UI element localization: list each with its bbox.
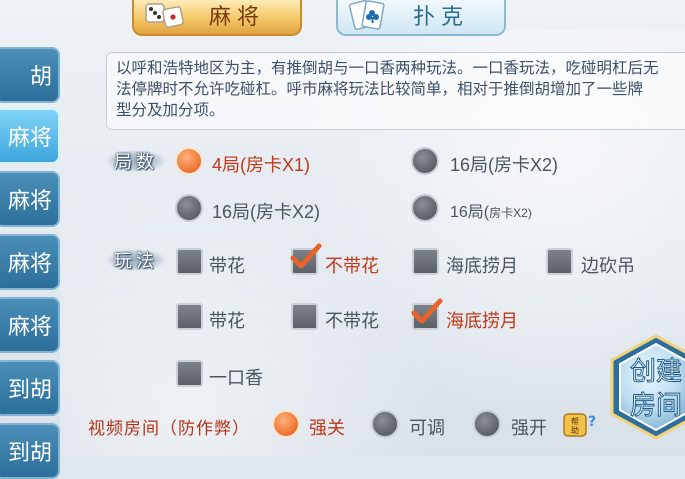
- sidebar-item-1[interactable]: 麻将: [0, 108, 60, 164]
- rounds-option-0-label: 4局(房卡X1): [212, 155, 311, 175]
- sidebar-item-4[interactable]: 麻将: [0, 297, 60, 353]
- description-line-3: 型分及加分项。: [116, 102, 225, 119]
- help-label-line2: 助: [571, 425, 579, 435]
- rounds-option-1-label: 16局(房卡X2): [450, 155, 559, 175]
- play-option-6-label: 海底捞月: [446, 311, 518, 331]
- tab-mahjong[interactable]: 麻将: [132, 0, 302, 36]
- help-icon[interactable]: 帮 助 ?: [562, 410, 598, 440]
- play-checkbox-3[interactable]: [546, 248, 573, 275]
- sidebar-item-label: 到胡: [7, 378, 52, 403]
- tab-poker[interactable]: 扑克: [336, 0, 506, 36]
- create-room-line1: 创建: [630, 357, 682, 387]
- svg-text:?: ?: [588, 414, 596, 430]
- description-line-1: 以呼和浩特地区为主，有推倒胡与一口香两种玩法。一口香玩法，吃碰明杠后无: [116, 60, 659, 77]
- rounds-label-text: 局数: [114, 152, 158, 173]
- sidebar-item-label: 麻将: [7, 315, 52, 340]
- create-room-button[interactable]: 创建 房间: [606, 332, 685, 442]
- sidebar-item-0[interactable]: 胡: [0, 47, 60, 103]
- sidebar-item-label: 麻将: [7, 252, 52, 277]
- sidebar-item-label: 到胡: [7, 441, 52, 466]
- sidebar-item-label: 麻将: [7, 189, 52, 214]
- video-radio-2[interactable]: [473, 410, 501, 438]
- create-room-line2: 房间: [630, 391, 682, 421]
- play-checkbox-5[interactable]: [291, 303, 318, 330]
- play-option-0-label: 带花: [209, 256, 245, 276]
- video-radio-0[interactable]: [272, 410, 300, 438]
- checkmark-icon: [411, 298, 443, 324]
- rounds-option-3-main: 16局(: [450, 204, 490, 221]
- rounds-radio-2[interactable]: [175, 194, 203, 222]
- play-option-4-label: 带花: [209, 311, 245, 331]
- play-option-2-label: 海底捞月: [446, 256, 518, 276]
- sidebar-item-label: 胡: [29, 65, 52, 90]
- rounds-option-2-label: 16局(房卡X2): [212, 202, 321, 222]
- sidebar-item-5[interactable]: 到胡: [0, 360, 60, 416]
- rounds-option-3-label: 16局(房卡X2): [450, 198, 532, 222]
- sidebar-item-6[interactable]: 到胡: [0, 423, 60, 479]
- rounds-option-3-small: 房卡X2): [489, 206, 532, 220]
- play-checkbox-2[interactable]: [412, 248, 439, 275]
- checkmark-icon: [290, 243, 322, 269]
- play-label-text: 玩法: [114, 251, 158, 272]
- sidebar-item-3[interactable]: 麻将: [0, 234, 60, 290]
- play-section-label: 玩法: [106, 245, 166, 275]
- help-label-line1: 帮: [571, 416, 579, 426]
- rounds-radio-3[interactable]: [411, 194, 439, 222]
- playing-cards-icon: [348, 0, 385, 31]
- video-option-1-label: 可调: [409, 418, 445, 438]
- sidebar-item-label: 麻将: [7, 126, 52, 151]
- rounds-section-label: 局数: [106, 146, 166, 176]
- play-checkbox-4[interactable]: [176, 303, 203, 330]
- play-option-5-label: 不带花: [325, 311, 379, 331]
- play-checkbox-7[interactable]: [176, 360, 203, 387]
- sidebar-item-2[interactable]: 麻将: [0, 171, 60, 227]
- rounds-radio-0[interactable]: [175, 147, 203, 175]
- play-option-7-label: 一口香: [209, 368, 263, 388]
- play-checkbox-0[interactable]: [176, 248, 203, 275]
- video-option-0-label: 强关: [309, 418, 345, 438]
- play-option-1-label: 不带花: [325, 256, 379, 276]
- video-radio-1[interactable]: [371, 410, 399, 438]
- dice-icon: [145, 3, 184, 28]
- description-text: 以呼和浩特地区为主，有推倒胡与一口香两种玩法。一口香玩法，吃碰明杠后无 法停牌时…: [116, 58, 685, 121]
- video-room-label: 视频房间（防作弊）: [88, 419, 250, 438]
- rounds-radio-1[interactable]: [411, 147, 439, 175]
- play-option-3-label: 边砍吊: [581, 256, 635, 276]
- description-line-2: 法停牌时不允许吃碰杠。呼市麻将玩法比较简单，相对于推倒胡增加了一些牌: [116, 81, 644, 98]
- video-option-2-label: 强开: [511, 418, 547, 438]
